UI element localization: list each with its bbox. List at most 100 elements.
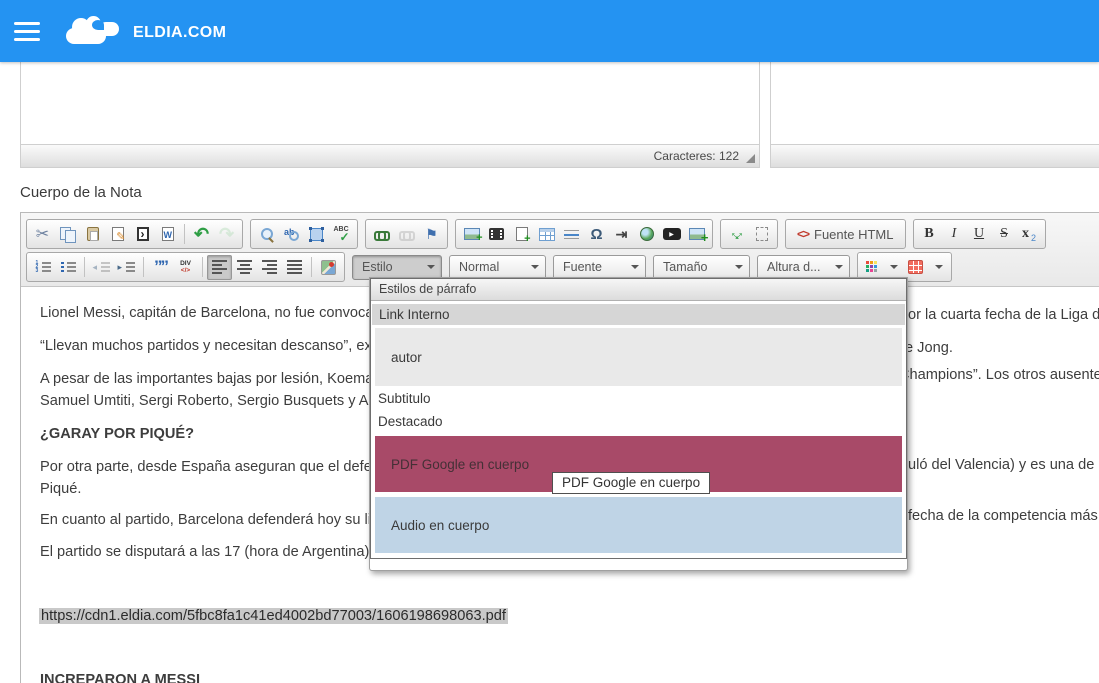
bold-button[interactable] xyxy=(917,222,942,247)
chevron-down-icon xyxy=(735,265,743,269)
paragraph-text[interactable]: Champions”. Los otros ausentes s xyxy=(899,367,1099,383)
source-html-button[interactable]: Fuente HTML xyxy=(789,222,902,247)
format-combo[interactable]: Normal xyxy=(449,255,546,280)
redo-button[interactable] xyxy=(214,222,239,247)
paragraph-text[interactable]: Lionel Messi, capitán de Barcelona, no f… xyxy=(40,305,402,321)
spellcheck-button[interactable] xyxy=(329,222,354,247)
unlink-button[interactable] xyxy=(394,222,419,247)
footer-heading[interactable]: INCREPARON A MESSI xyxy=(40,672,200,683)
chevron-down-icon xyxy=(631,265,639,269)
secondary-editor-panel[interactable] xyxy=(770,62,1099,168)
paragraph-text[interactable]: “Llevan muchos partidos y necesitan desc… xyxy=(40,338,402,354)
section-heading[interactable]: ¿GARAY POR PIQUÉ? xyxy=(40,426,194,442)
maximize-button[interactable] xyxy=(724,222,749,247)
resize-grip-icon[interactable] xyxy=(746,154,755,163)
title-editor-statusbar: Caracteres: 122 xyxy=(21,144,759,167)
insert-table-button[interactable] xyxy=(534,222,559,247)
table-color-button[interactable] xyxy=(903,255,948,280)
link-icon xyxy=(374,229,390,239)
movie-icon xyxy=(489,228,504,240)
align-right-button[interactable] xyxy=(257,255,282,280)
paragraph-text[interactable]: A pesar de las importantes bajas por les… xyxy=(40,371,402,387)
app-header: ELDIA.COM xyxy=(0,0,1099,62)
cut-icon xyxy=(36,224,49,244)
align-justify-button[interactable] xyxy=(282,255,307,280)
align-left-button[interactable] xyxy=(207,255,232,280)
paste-text-button[interactable] xyxy=(105,222,130,247)
div-container-button[interactable] xyxy=(173,255,198,280)
omega-icon xyxy=(590,226,602,243)
source-code-icon xyxy=(797,227,809,241)
undo-button[interactable] xyxy=(189,222,214,247)
paste-button[interactable] xyxy=(80,222,105,247)
youtube-icon xyxy=(663,228,681,240)
page-break-button[interactable] xyxy=(609,222,634,247)
style-combo[interactable]: Estilo xyxy=(352,255,442,280)
hover-tooltip: PDF Google en cuerpo xyxy=(552,472,710,494)
pdf-url-selected-text[interactable]: https://cdn1.eldia.com/5fbc8fa1c41ed4002… xyxy=(39,608,508,624)
horizontal-rule-button[interactable] xyxy=(559,222,584,247)
secondary-editor-statusbar xyxy=(771,144,1099,167)
find-button[interactable] xyxy=(254,222,279,247)
blockquote-icon xyxy=(154,256,167,278)
italic-button[interactable] xyxy=(942,222,967,247)
replace-button[interactable] xyxy=(279,222,304,247)
strikethrough-button[interactable] xyxy=(992,222,1017,247)
paragraph-text[interactable]: Por otra parte, desde España aseguran qu… xyxy=(40,459,400,475)
style-option-autor[interactable]: autor xyxy=(375,328,902,386)
title-editor-panel[interactable]: Caracteres: 122 xyxy=(20,62,760,168)
hamburger-menu-icon[interactable] xyxy=(14,22,40,41)
paragraph-text[interactable]: En cuanto al partido, Barcelona defender… xyxy=(40,512,408,528)
replace-icon xyxy=(284,227,299,241)
table-icon xyxy=(539,228,555,241)
insert-image-button[interactable] xyxy=(459,222,484,247)
numbered-list-button[interactable] xyxy=(30,255,55,280)
size-combo[interactable]: Tamaño xyxy=(653,255,750,280)
bulleted-list-button[interactable] xyxy=(55,255,80,280)
cloud-logo-icon xyxy=(66,16,122,48)
paragraph-text[interactable]: Piqué. xyxy=(40,481,81,497)
blockquote-button[interactable] xyxy=(148,255,173,280)
paste-from-word-button[interactable] xyxy=(155,222,180,247)
select-all-button[interactable] xyxy=(304,222,329,247)
anchor-button[interactable] xyxy=(419,222,444,247)
bold-icon xyxy=(924,226,933,242)
underline-button[interactable] xyxy=(967,222,992,247)
cut-button[interactable] xyxy=(30,222,55,247)
paragraph-text[interactable]: e Jong. xyxy=(905,340,953,356)
paragraph-text[interactable]: El partido se disputará a las 17 (hora d… xyxy=(40,544,402,560)
paragraph-text[interactable]: uló del Valencia) y es una de las c xyxy=(908,457,1099,473)
font-combo[interactable]: Fuente xyxy=(553,255,646,280)
show-blocks-button[interactable] xyxy=(749,222,774,247)
insert-media-button[interactable] xyxy=(484,222,509,247)
embed-button[interactable] xyxy=(634,222,659,247)
youtube-button[interactable] xyxy=(659,222,684,247)
style-option-link-interno[interactable]: Link Interno xyxy=(372,304,905,325)
numbered-list-icon xyxy=(35,261,51,274)
google-maps-button[interactable] xyxy=(316,255,341,280)
link-button[interactable] xyxy=(369,222,394,247)
paste-special-button[interactable] xyxy=(130,222,155,247)
outdent-button[interactable] xyxy=(89,255,114,280)
page-break-icon xyxy=(616,226,628,243)
text-color-button[interactable] xyxy=(861,255,903,280)
line-height-combo[interactable]: Altura d... xyxy=(757,255,850,280)
globe-icon xyxy=(640,227,654,241)
chevron-down-icon xyxy=(835,265,843,269)
paragraph-text[interactable]: fecha de la competencia más imp xyxy=(908,508,1099,524)
style-option-subtitulo[interactable]: Subtitulo xyxy=(371,389,906,409)
style-option-audio[interactable]: Audio en cuerpo xyxy=(375,497,902,553)
separator xyxy=(202,257,203,277)
special-char-button[interactable] xyxy=(584,222,609,247)
align-center-button[interactable] xyxy=(232,255,257,280)
paragraph-text[interactable]: or la cuarta fecha de la Liga de C xyxy=(908,307,1099,323)
paragraph-text[interactable]: Samuel Umtiti, Sergi Roberto, Sergio Bus… xyxy=(40,393,405,409)
dropdown-title: Estilos de párrafo xyxy=(371,279,906,301)
indent-button[interactable] xyxy=(114,255,139,280)
subscript-button[interactable] xyxy=(1017,222,1042,247)
image-gallery-button[interactable] xyxy=(684,222,709,247)
insert-page-button[interactable] xyxy=(509,222,534,247)
style-option-destacado[interactable]: Destacado xyxy=(371,412,906,432)
copy-button[interactable] xyxy=(55,222,80,247)
body-section-label: Cuerpo de la Nota xyxy=(20,184,142,201)
